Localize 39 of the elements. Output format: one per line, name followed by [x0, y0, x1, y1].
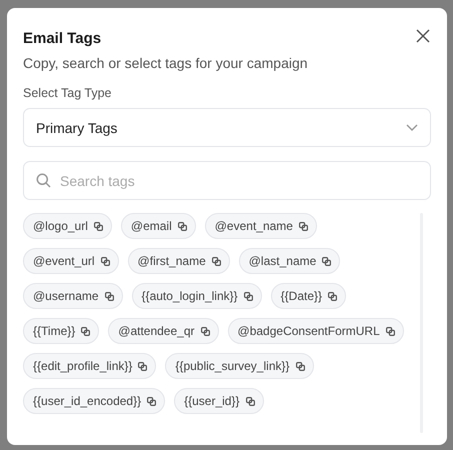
tag-chip[interactable]: @logo_url [23, 213, 112, 239]
tag-chip[interactable]: @event_name [204, 213, 317, 239]
copy-icon [328, 292, 338, 300]
copy-icon [104, 292, 114, 300]
tag-chip[interactable]: @first_name [128, 248, 230, 274]
dialog-subtitle: Copy, search or select tags for your campaign [23, 55, 309, 71]
copy-icon [212, 256, 221, 266]
tag-chip[interactable]: {{public_survey_link}} [165, 353, 314, 379]
field-label: Select Tag Type [23, 86, 112, 100]
copy-icon [100, 256, 110, 266]
copy-icon [94, 222, 103, 230]
tag-chip[interactable]: @email [120, 213, 196, 239]
copy-icon [322, 256, 332, 266]
copy-icon [386, 326, 395, 336]
copy-icon [296, 362, 305, 370]
chevron-down-icon [406, 124, 418, 131]
tag-chip[interactable]: {{auto_login_link}} [132, 283, 262, 309]
tag-type-dropdown[interactable]: Primary Tags [23, 108, 431, 147]
tag-chip[interactable]: {{edit_profile_link}} [23, 353, 156, 379]
tag-chip[interactable]: {{Date}} [270, 283, 346, 309]
copy-icon [81, 326, 90, 336]
copy-icon [138, 362, 148, 370]
copy-icon [178, 222, 187, 230]
copy-icon [246, 396, 254, 406]
tag-chip[interactable]: {{user_id}} [174, 388, 264, 414]
copy-icon [298, 222, 308, 230]
tag-chip[interactable]: @last_name [238, 248, 340, 274]
tag-chip[interactable]: @attendee_qr [108, 318, 219, 344]
tag-chip[interactable]: {{user_id_encoded}} [23, 388, 166, 414]
dialog-title: Email Tags [23, 30, 102, 47]
tag-chip[interactable]: @username [23, 283, 123, 309]
copy-icon [244, 292, 253, 300]
close-icon[interactable] [415, 28, 431, 44]
tag-chip[interactable]: @event_url [23, 248, 119, 274]
search-field[interactable]: Search tags [23, 161, 431, 200]
tag-chip[interactable]: @badgeConsentFormURL [228, 318, 404, 344]
tag-chip[interactable]: {{Time}} [23, 318, 100, 344]
copy-icon [147, 396, 156, 406]
copy-icon [200, 326, 210, 336]
